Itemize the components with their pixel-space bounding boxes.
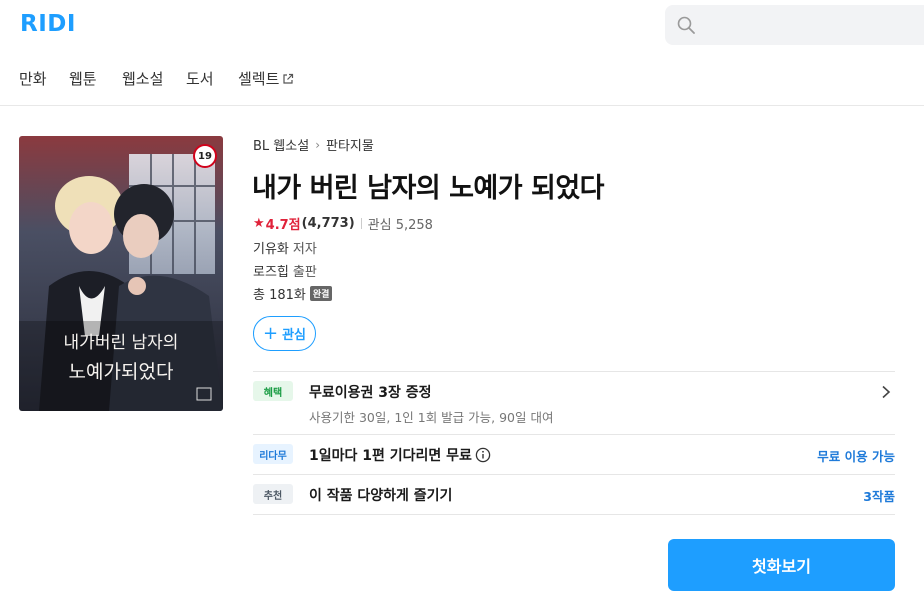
age-rating-badge: 19 <box>193 144 217 168</box>
header-divider <box>0 105 924 106</box>
ridi-logo[interactable]: RIDI <box>20 11 76 37</box>
book-cover[interactable]: 내가버린 남자의 노예가되었다 <box>19 136 223 411</box>
search-input[interactable] <box>665 5 924 45</box>
author-row: 기유화 저자 <box>253 238 317 257</box>
rating-score: 4.7점 <box>265 218 301 233</box>
nav-item-webtoon[interactable]: 웹툰 <box>69 68 97 89</box>
recommend-count: 3작품 <box>863 489 895 504</box>
benefit-title: 무료이용권 3장 증정 <box>309 385 432 401</box>
episodes-row: 총 181화 완결 <box>253 284 333 303</box>
nav-item-select[interactable]: 셀렉트 <box>238 68 294 89</box>
completed-badge: 완결 <box>309 286 333 301</box>
recommend-tag: 추천 <box>253 484 293 504</box>
breadcrumb-category[interactable]: BL 웹소설 <box>253 135 309 154</box>
publisher-row: 로즈힙 출판 <box>253 261 317 280</box>
wait-free-tag: 리다무 <box>253 444 293 464</box>
row-divider <box>253 474 895 475</box>
benefit-subtitle: 사용기한 30일, 1인 1회 발급 가능, 90일 대여 <box>309 410 554 425</box>
favorite-count: 관심 5,258 <box>367 218 433 233</box>
search-icon <box>677 16 695 34</box>
breadcrumb: BL 웹소설 › 판타지물 <box>253 135 374 155</box>
rating-row: ★ 4.7점 (4,773) 관심 5,258 <box>253 214 433 233</box>
external-link-icon <box>283 73 294 84</box>
benefit-tag: 혜택 <box>253 381 293 401</box>
chevron-right-icon <box>882 385 891 399</box>
book-title: 내가 버린 남자의 노예가 되었다 <box>252 173 605 204</box>
author-role: 저자 <box>292 242 317 257</box>
episode-count: 총 181화 <box>253 288 306 303</box>
row-divider <box>253 434 895 435</box>
wait-free-status: 무료 이용 가능 <box>817 449 895 464</box>
read-first-episode-button[interactable]: 첫화보기 <box>668 539 895 591</box>
chevron-right-icon: › <box>315 137 320 152</box>
row-divider <box>253 371 895 372</box>
separator <box>360 218 362 229</box>
wait-free-title: 1일마다 1편 기다리면 무료 <box>309 445 491 465</box>
publisher-role: 출판 <box>292 265 317 280</box>
nav-item-books[interactable]: 도서 <box>186 68 214 89</box>
recommend-title: 이 작품 다양하게 즐기기 <box>309 488 453 504</box>
cover-title-line2: 노예가되었다 <box>69 361 174 383</box>
nav-item-webnovel[interactable]: 웹소설 <box>122 68 163 89</box>
row-divider <box>253 514 895 515</box>
cover-title-line1: 내가버린 남자의 <box>64 333 179 353</box>
rating-count[interactable]: (4,773) <box>302 216 355 231</box>
info-icon[interactable] <box>475 447 491 463</box>
breadcrumb-genre[interactable]: 판타지물 <box>326 135 374 154</box>
author-name[interactable]: 기유화 <box>253 238 289 257</box>
add-favorite-button[interactable]: + 관심 <box>253 316 316 351</box>
star-icon: ★ <box>253 216 265 231</box>
publisher-name[interactable]: 로즈힙 <box>253 261 289 280</box>
plus-icon: + <box>262 322 279 344</box>
nav-item-comics[interactable]: 만화 <box>19 68 47 89</box>
cover-illustration: 내가버린 남자의 노예가되었다 <box>19 136 223 411</box>
